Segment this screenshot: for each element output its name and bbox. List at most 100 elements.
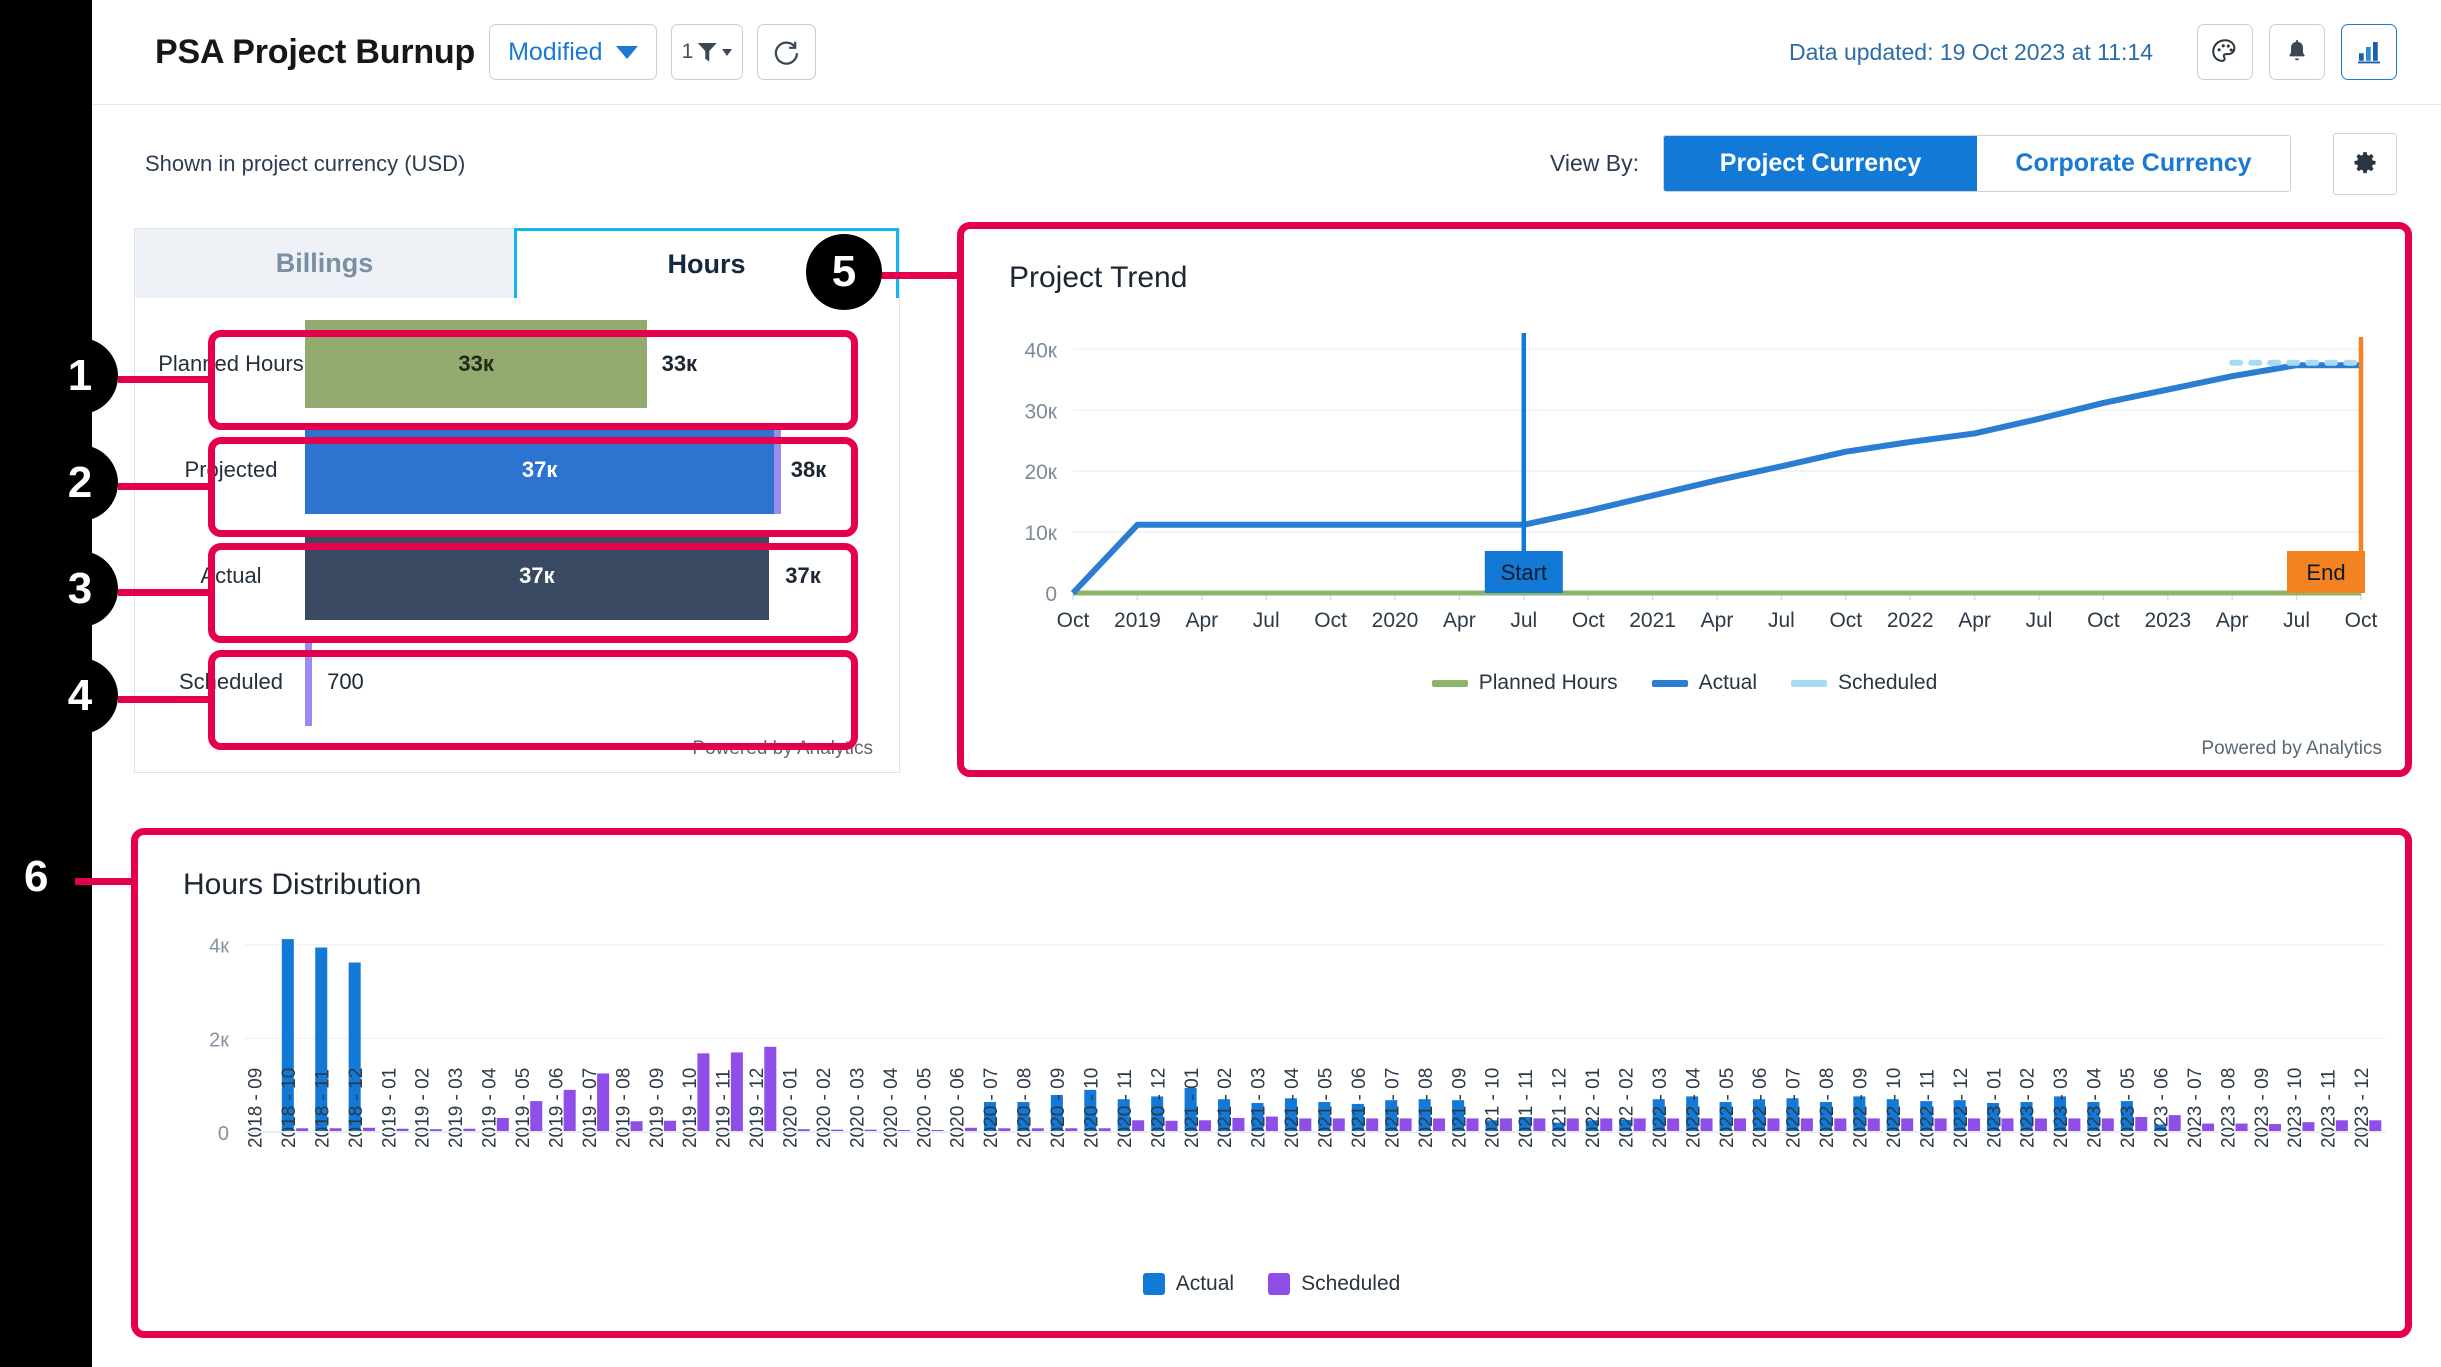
data-updated-text: Data updated: 19 Oct 2023 at 11:14 <box>1788 38 2153 65</box>
bar-label: Planned Hours <box>158 351 304 376</box>
legend-label: Actual <box>1175 1272 1235 1295</box>
svg-text:2023 - 11: 2023 - 11 <box>2319 1069 2340 1148</box>
powered-by-analytics-label: Powered by Analytics <box>2201 738 2382 759</box>
svg-text:40к: 40к <box>1024 339 1057 362</box>
scheduled-tick-marker <box>774 426 782 514</box>
header-right-group: Data updated: 19 Oct 2023 at 11:14 <box>1789 24 2397 80</box>
powered-by-analytics-label: Powered by Analytics <box>692 738 873 759</box>
svg-text:2022 - 03: 2022 - 03 <box>1650 1068 1671 1148</box>
legend-item-scheduled: Scheduled <box>1268 1272 1400 1296</box>
notifications-button[interactable] <box>2269 24 2325 80</box>
svg-text:2023 - 05: 2023 - 05 <box>2118 1068 2139 1148</box>
svg-text:Apr: Apr <box>1958 609 1991 632</box>
tab-corporate-currency[interactable]: Corporate Currency <box>1977 136 2290 191</box>
bar-label: Projected <box>184 457 278 482</box>
svg-text:2022 - 08: 2022 - 08 <box>1817 1068 1838 1148</box>
filter-button[interactable]: 1 <box>670 24 744 80</box>
svg-text:2022 - 10: 2022 - 10 <box>1884 1068 1905 1148</box>
svg-text:Apr: Apr <box>1443 609 1476 632</box>
svg-text:2021 - 03: 2021 - 03 <box>1249 1068 1270 1148</box>
callout-connector-5 <box>880 272 962 279</box>
svg-text:Jul: Jul <box>2026 609 2053 632</box>
legend-swatch <box>1268 1273 1291 1295</box>
legend-label: Planned Hours <box>1478 671 1618 694</box>
summary-bar-list: Planned Hours 33к 33к Projected 37к 38к … <box>135 298 899 726</box>
svg-text:2019 - 07: 2019 - 07 <box>580 1068 601 1148</box>
svg-text:2023 - 06: 2023 - 06 <box>2151 1068 2172 1148</box>
callout-connector-4 <box>118 696 214 703</box>
bell-icon <box>2289 39 2305 61</box>
callout-badge-3: 3 <box>42 551 118 627</box>
bar-label: Actual <box>200 563 262 588</box>
currency-note: Shown in project currency (USD) <box>145 150 466 176</box>
tab-billings[interactable]: Billings <box>135 229 514 298</box>
svg-text:2022 - 12: 2022 - 12 <box>1951 1068 1972 1148</box>
svg-text:2021 - 10: 2021 - 10 <box>1483 1068 1504 1148</box>
project-trend-title: Project Trend <box>1009 261 1188 294</box>
chevron-down-icon <box>615 45 638 59</box>
chevron-down-icon <box>722 48 733 56</box>
svg-text:2021 - 12: 2021 - 12 <box>1550 1068 1571 1148</box>
svg-text:2022 - 07: 2022 - 07 <box>1784 1068 1805 1148</box>
svg-text:2019 - 10: 2019 - 10 <box>680 1068 701 1148</box>
svg-text:4к: 4к <box>209 936 229 958</box>
filter-count-label: 1 <box>681 40 694 63</box>
modified-dropdown[interactable]: Modified <box>489 24 657 80</box>
svg-text:2018 - 11: 2018 - 11 <box>312 1069 333 1148</box>
svg-text:2020 - 10: 2020 - 10 <box>1081 1068 1102 1148</box>
tab-project-currency[interactable]: Project Currency <box>1664 136 1977 191</box>
bar-row-planned-hours: Planned Hours 33к 33к <box>157 320 857 408</box>
currency-segmented-control: Project Currency Corporate Currency <box>1663 135 2291 192</box>
view-by-label: View By: <box>1549 150 1639 176</box>
panel-tabs: Billings Hours <box>135 228 899 298</box>
scheduled-tick-marker <box>305 638 312 726</box>
project-trend-chart: 0 10к 20к 30к 40к Oct 2019 Apr Jul Oct 2020 Apr Jul O… <box>1024 333 2377 632</box>
legend-item-scheduled: Scheduled <box>1791 671 1937 695</box>
bar-value-actual: 37к <box>305 532 769 620</box>
legend-label: Actual <box>1698 671 1758 694</box>
svg-text:2022 - 04: 2022 - 04 <box>1683 1067 1704 1148</box>
svg-text:2021 - 05: 2021 - 05 <box>1316 1068 1337 1148</box>
svg-text:2022 - 01: 2022 - 01 <box>1583 1068 1604 1148</box>
svg-text:2023 - 09: 2023 - 09 <box>2252 1068 2273 1148</box>
svg-text:2020 - 01: 2020 - 01 <box>781 1068 802 1148</box>
svg-text:2019 - 08: 2019 - 08 <box>613 1068 634 1148</box>
funnel-icon <box>697 42 718 62</box>
svg-text:2021 - 07: 2021 - 07 <box>1382 1068 1403 1148</box>
svg-text:2021 - 11: 2021 - 11 <box>1516 1069 1537 1148</box>
bar-track: 33к 33к <box>305 320 857 408</box>
hours-summary-panel: Billings Hours Planned Hours 33к 33к Pro… <box>134 228 900 773</box>
svg-text:Oct: Oct <box>1314 609 1347 632</box>
view-by-group: View By: Project Currency Corporate Curr… <box>1549 132 2397 195</box>
project-trend-legend: Planned Hours Actual Scheduled <box>961 671 2408 695</box>
bar-end-label-planned: 33к <box>661 351 698 376</box>
svg-text:2023 - 10: 2023 - 10 <box>2285 1068 2306 1148</box>
svg-text:2023 - 02: 2023 - 02 <box>2018 1068 2039 1148</box>
svg-text:2018 - 09: 2018 - 09 <box>246 1068 267 1148</box>
refresh-button[interactable] <box>757 24 817 80</box>
legend-item-actual: Actual <box>1142 1272 1235 1296</box>
svg-text:2021 - 08: 2021 - 08 <box>1416 1068 1437 1148</box>
theme-palette-button[interactable] <box>2197 24 2253 80</box>
refresh-icon <box>774 41 798 65</box>
svg-text:Oct: Oct <box>1829 609 1862 632</box>
svg-text:2020 - 02: 2020 - 02 <box>814 1068 835 1148</box>
callout-badge-4: 4 <box>42 658 118 734</box>
svg-text:2020 - 06: 2020 - 06 <box>948 1068 969 1148</box>
app-header: PSA Project Burnup Modified 1 Data updat… <box>92 0 2441 105</box>
svg-text:2023 - 08: 2023 - 08 <box>2218 1068 2239 1148</box>
svg-text:2021 - 09: 2021 - 09 <box>1449 1068 1470 1148</box>
legend-swatch <box>1651 679 1688 687</box>
svg-text:2019 - 03: 2019 - 03 <box>446 1068 467 1148</box>
modified-dropdown-label: Modified <box>508 37 603 66</box>
svg-text:End: End <box>2306 560 2345 585</box>
svg-text:2022 - 09: 2022 - 09 <box>1851 1068 1872 1148</box>
svg-text:2023 - 03: 2023 - 03 <box>2051 1068 2072 1148</box>
analytics-chart-button[interactable] <box>2341 24 2397 80</box>
svg-text:2023: 2023 <box>2144 609 2191 632</box>
svg-text:2019: 2019 <box>1114 609 1161 632</box>
settings-button[interactable] <box>2333 132 2397 195</box>
svg-text:2023 - 12: 2023 - 12 <box>2352 1068 2373 1148</box>
svg-text:0: 0 <box>1045 583 1057 606</box>
svg-text:2020 - 11: 2020 - 11 <box>1115 1069 1136 1148</box>
